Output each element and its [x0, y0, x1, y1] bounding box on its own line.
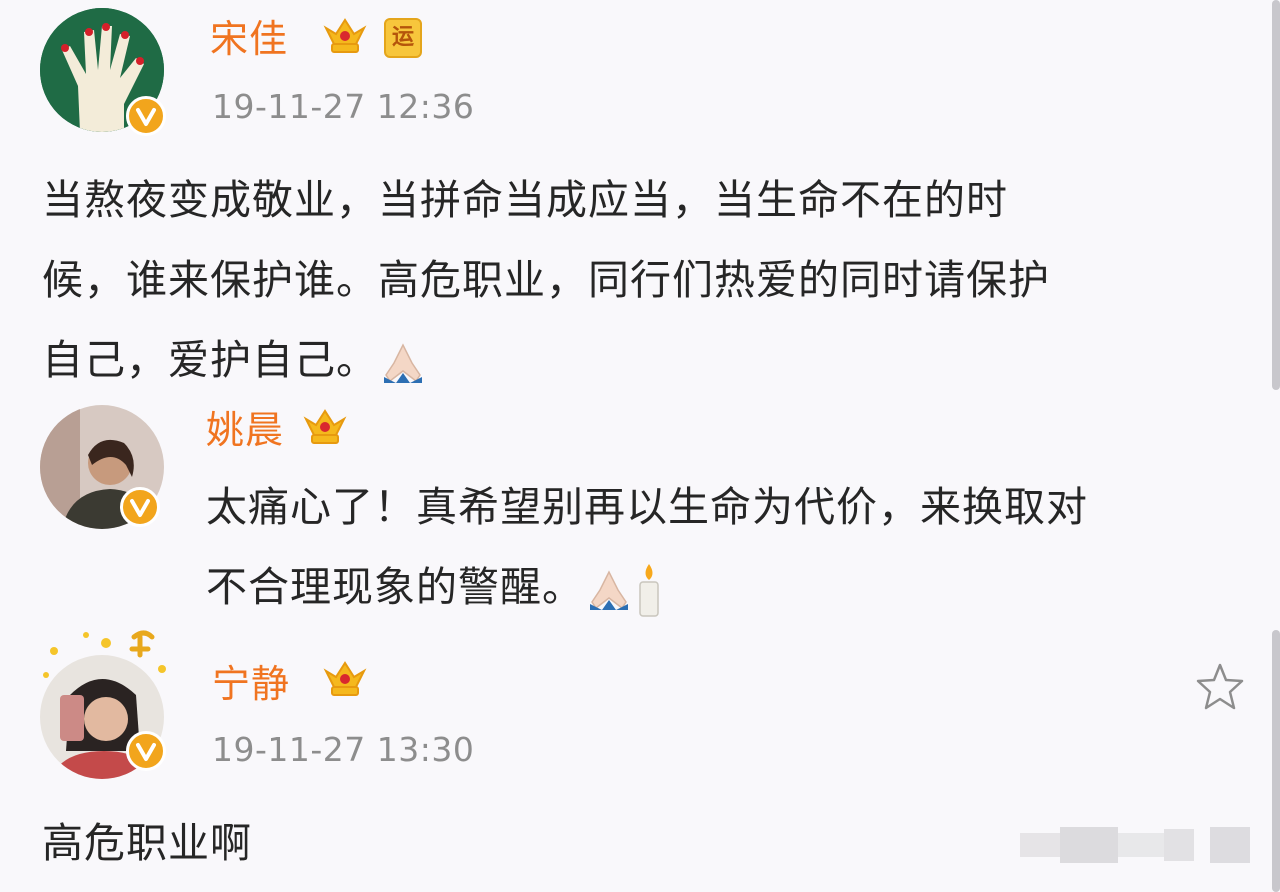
comment-post: 宋佳 运 19-11-27 12:36 当熬夜变成敬业，当拼命当成应当，当生命不…: [0, 0, 1280, 385]
comment-text: 太痛心了！真希望别再以生命为代价，来换取对 不合理现象的警醒。: [206, 467, 1266, 627]
avatar[interactable]: [40, 405, 164, 529]
crown-icon: [323, 18, 367, 53]
verified-v-icon: [126, 731, 166, 771]
text-line: 太痛心了！真希望别再以生命为代价，来换取对: [206, 483, 1088, 531]
author-name[interactable]: 宁静: [212, 665, 290, 703]
star-icon[interactable]: [1194, 661, 1246, 713]
text-line: 当熬夜变成敬业，当拼命当成应当，当生命不在的时: [42, 176, 1008, 224]
candle-emoji-icon: [639, 564, 659, 617]
text-line-content: 自己，爱护自己。: [42, 336, 378, 384]
text-line: 候，谁来保护谁。高危职业，同行们热爱的同时请保护: [42, 256, 1050, 304]
post-time: 19-11-27 13:30: [212, 730, 475, 769]
text-line: 高危职业啊: [42, 819, 252, 867]
crown-icon: [323, 661, 367, 696]
crown-icon: [303, 409, 347, 444]
avatar-frame-decoration-icon: [43, 630, 166, 678]
pray-emoji-icon: [384, 343, 422, 383]
verified-v-icon: [120, 487, 160, 527]
post-time: 19-11-27 12:36: [212, 87, 475, 126]
scrollbar[interactable]: [1272, 630, 1280, 892]
text-line: 不合理现象的警醒。: [206, 547, 1266, 627]
comment-post: 宁静 19-11-27 13:30 高危职业啊: [0, 625, 1280, 892]
comment-post: 姚晨 太痛心了！真希望别再以生命为代价，来换取对 不合理现象的警醒。: [0, 385, 1280, 625]
pray-emoji-icon: [590, 570, 628, 610]
comment-text: 当熬夜变成敬业，当拼命当成应当，当生命不在的时 候，谁来保护谁。高危职业，同行们…: [42, 160, 1252, 400]
comment-text: 高危职业啊: [42, 803, 942, 883]
author-name[interactable]: 姚晨: [206, 411, 284, 449]
verified-v-icon: [126, 96, 166, 136]
avatar[interactable]: [40, 8, 166, 136]
scrollbar[interactable]: [1272, 0, 1280, 390]
text-line-content: 不合理现象的警醒。: [206, 563, 584, 611]
yun-badge-icon: 运: [384, 18, 422, 58]
author-name[interactable]: 宋佳: [210, 20, 288, 58]
blurred-area: [1020, 827, 1250, 863]
